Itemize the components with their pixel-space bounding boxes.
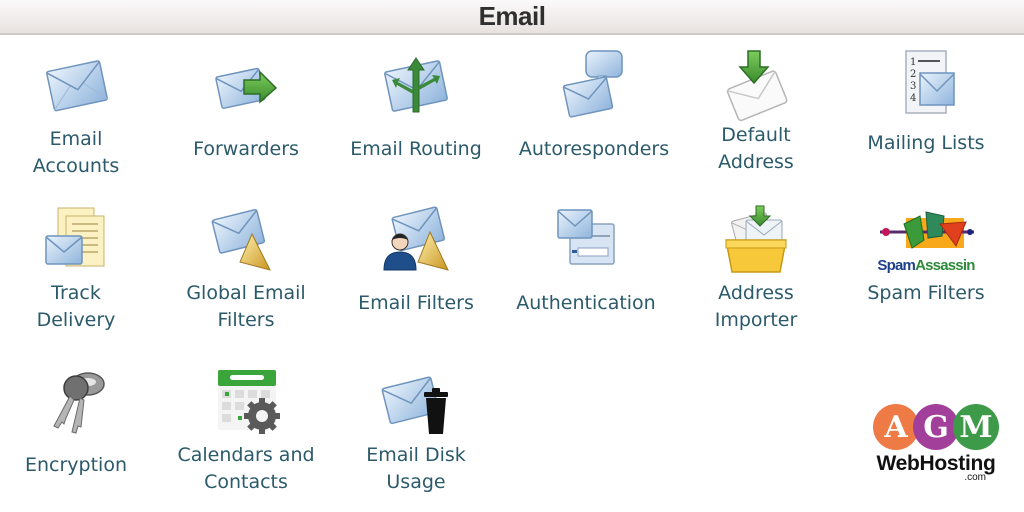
email-filters-button[interactable]: Email Filters bbox=[336, 204, 496, 317]
label-line: Spam Filters bbox=[867, 282, 985, 304]
envelope-routing-icon bbox=[384, 57, 448, 113]
label-line: Encryption bbox=[24, 454, 127, 476]
svg-text:3: 3 bbox=[910, 81, 916, 92]
authentication-label: Authentication bbox=[516, 290, 655, 317]
encryption-label: Encryption bbox=[25, 452, 127, 479]
label-line: Track bbox=[51, 282, 101, 304]
global-email-filters-label: Global Email Filters bbox=[186, 280, 305, 334]
label-line: Authentication bbox=[516, 292, 656, 314]
spam-filters-button[interactable]: SpamAssassin Spam Filters bbox=[846, 210, 1006, 307]
calendars-and-contacts-label: Calendars and Contacts bbox=[177, 442, 314, 496]
mailing-lists-button[interactable]: 1 2 3 4 Mailing Lists bbox=[846, 44, 1006, 157]
documents-envelope-icon bbox=[45, 207, 105, 267]
section-header: Email bbox=[0, 0, 1024, 35]
svg-text:2: 2 bbox=[910, 69, 916, 80]
authentication-button[interactable]: Authentication bbox=[506, 204, 666, 317]
user-envelope-funnel-icon bbox=[383, 206, 449, 271]
label-line: Global Email bbox=[186, 282, 306, 304]
spamassassin-icon: SpamAssassin bbox=[877, 211, 976, 274]
track-delivery-button[interactable]: Track Delivery bbox=[0, 204, 156, 334]
envelope-speech-bubble-icon bbox=[562, 50, 623, 118]
envelope-icon bbox=[46, 60, 108, 112]
label-line: Importer bbox=[714, 309, 798, 331]
default-address-button[interactable]: Default Address bbox=[676, 44, 836, 176]
mailing-lists-label: Mailing Lists bbox=[867, 130, 984, 157]
label-line: Delivery bbox=[36, 309, 116, 331]
label-line: Email Routing bbox=[350, 138, 482, 160]
label-line: Email Disk bbox=[366, 444, 466, 466]
global-email-filters-button[interactable]: Global Email Filters bbox=[166, 204, 326, 334]
inbox-tray-import-icon bbox=[725, 205, 787, 273]
envelope-funnel-icon bbox=[211, 208, 271, 271]
label-line: Calendars and bbox=[177, 444, 315, 466]
label-line: Email bbox=[49, 128, 103, 150]
autoresponders-button[interactable]: Autoresponders bbox=[514, 44, 674, 163]
section-title: Email bbox=[478, 1, 546, 31]
label-line: Usage bbox=[386, 471, 446, 493]
email-routing-label: Email Routing bbox=[350, 136, 482, 163]
address-importer-label: Address Importer bbox=[715, 280, 798, 334]
envelope-form-icon bbox=[557, 209, 615, 265]
email-accounts-label: Email Accounts bbox=[33, 126, 120, 180]
agm-webhosting-logo: A G M WebHosting .com bbox=[866, 404, 1006, 490]
label-line: Autoresponders bbox=[518, 138, 670, 160]
email-routing-button[interactable]: Email Routing bbox=[336, 50, 496, 163]
envelope-download-arrow-icon bbox=[726, 50, 788, 122]
calendars-and-contacts-button[interactable]: Calendars and Contacts bbox=[166, 366, 326, 496]
email-filters-label: Email Filters bbox=[358, 290, 474, 317]
envelope-trash-icon bbox=[381, 376, 448, 434]
email-accounts-button[interactable]: Email Accounts bbox=[0, 50, 156, 180]
track-delivery-label: Track Delivery bbox=[37, 280, 116, 334]
default-address-label: Default Address bbox=[718, 122, 794, 176]
label-line: Filters bbox=[217, 309, 275, 331]
logo-circles: A G M bbox=[866, 404, 1006, 450]
spam-filters-label: Spam Filters bbox=[867, 280, 984, 307]
label-line: Contacts bbox=[204, 471, 288, 493]
email-disk-usage-button[interactable]: Email Disk Usage bbox=[336, 366, 496, 496]
encryption-button[interactable]: Encryption bbox=[0, 366, 156, 479]
autoresponders-label: Autoresponders bbox=[519, 136, 669, 163]
svg-text:4: 4 bbox=[910, 93, 916, 104]
forwarders-label: Forwarders bbox=[193, 136, 299, 163]
svg-text:1: 1 bbox=[910, 57, 916, 68]
forwarders-button[interactable]: Forwarders bbox=[166, 50, 326, 163]
logo-letter-m: M bbox=[953, 404, 999, 450]
label-line: Address bbox=[718, 151, 794, 173]
label-line: Mailing Lists bbox=[867, 132, 985, 154]
keys-icon bbox=[53, 372, 105, 434]
label-line: Forwarders bbox=[193, 138, 299, 160]
label-line: Default bbox=[721, 124, 791, 146]
label-line: Email Filters bbox=[358, 292, 474, 314]
address-importer-button[interactable]: Address Importer bbox=[676, 204, 836, 334]
calendar-gear-icon bbox=[218, 370, 280, 434]
numbered-list-envelope-icon: 1 2 3 4 bbox=[905, 50, 955, 114]
label-line: Address bbox=[718, 282, 794, 304]
envelope-forward-icon bbox=[215, 67, 278, 109]
email-disk-usage-label: Email Disk Usage bbox=[366, 442, 466, 496]
label-line: Accounts bbox=[32, 155, 120, 177]
svg-text:SpamAssassin: SpamAssassin bbox=[877, 257, 975, 274]
